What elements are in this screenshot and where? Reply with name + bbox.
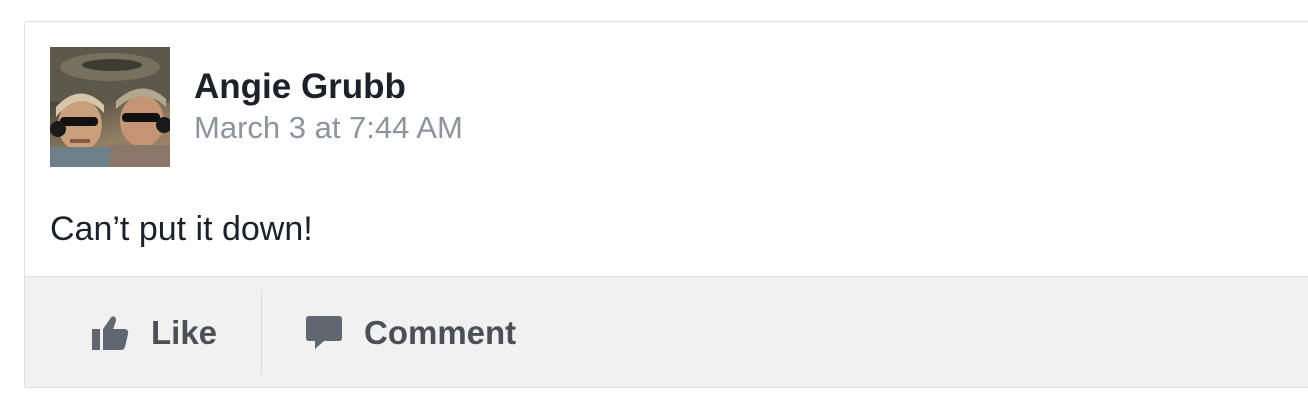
avatar-photo [50, 47, 170, 167]
avatar[interactable] [50, 47, 170, 167]
like-button[interactable]: Like [25, 291, 262, 375]
post-text: Can’t put it down! [50, 210, 313, 248]
post-header: Angie Grubb March 3 at 7:44 AM [50, 47, 463, 167]
like-label: Like [151, 314, 218, 351]
post-card: Angie Grubb March 3 at 7:44 AM Can’t put… [24, 21, 1308, 388]
comment-label: Comment [364, 314, 517, 351]
thumbs-up-icon [91, 315, 129, 351]
comment-button[interactable]: Comment [262, 291, 516, 375]
post-timestamp[interactable]: March 3 at 7:44 AM [194, 109, 463, 147]
speech-bubble-icon [306, 316, 342, 350]
author-block: Angie Grubb March 3 at 7:44 AM [194, 67, 463, 147]
action-bar: Like Comment [25, 276, 1308, 387]
author-name[interactable]: Angie Grubb [194, 67, 463, 107]
